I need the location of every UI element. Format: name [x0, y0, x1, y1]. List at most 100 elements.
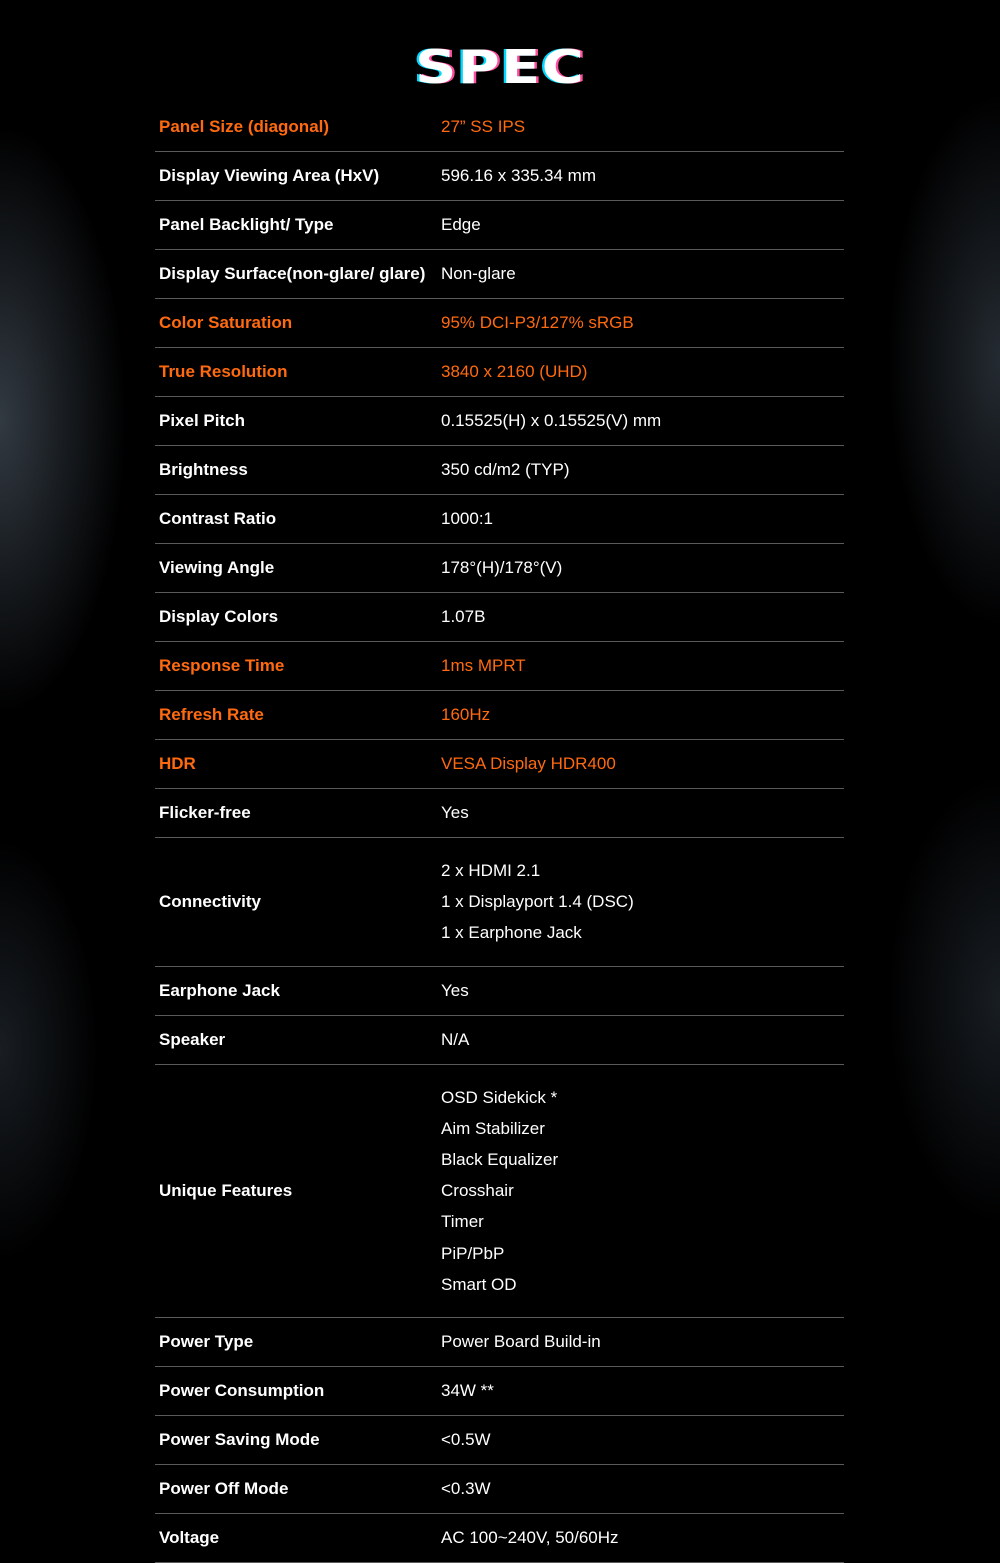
spec-label: Refresh Rate: [159, 705, 264, 724]
spec-row: Power Consumption 34W **: [155, 1367, 844, 1416]
spec-value-line: 178°(H)/178°(V): [441, 558, 563, 578]
spec-value-line: 350 cd/m2 (TYP): [441, 460, 570, 480]
spec-row: Display Colors 1.07B: [155, 593, 844, 642]
spec-row: Connectivity 2 x HDMI 2.1 1 x Displayport …: [155, 838, 844, 967]
spec-value-line: 3840 x 2160 (UHD): [441, 362, 588, 382]
spec-value-line: 1 x Displayport 1.4 (DSC): [441, 892, 634, 912]
spec-value: <0.5W: [441, 1416, 844, 1464]
spec-value-line: VESA Display HDR400: [441, 754, 616, 774]
spec-label: Panel Size (diagonal): [159, 117, 330, 136]
spec-row: HDR VESA Display HDR400: [155, 740, 844, 789]
spec-value-line: 1 x Earphone Jack: [441, 923, 582, 943]
spec-label: Flicker-free: [159, 803, 251, 822]
spec-value-line: PiP/PbP: [441, 1243, 505, 1263]
spec-value: 596.16 x 335.34 mm: [441, 152, 844, 200]
spec-value-line: 95% DCI-P3/127% sRGB: [441, 313, 634, 333]
spec-value-line: Smart OD: [441, 1274, 517, 1294]
spec-table: Panel Size (diagonal) 27” SS IPS Display V…: [155, 103, 844, 1563]
spec-row: Refresh Rate 160Hz: [155, 691, 844, 740]
spec-value-line: 1ms MPRT: [441, 656, 526, 676]
spec-row: Brightness 350 cd/m2 (TYP): [155, 446, 844, 495]
spec-value: 1000:1: [441, 495, 844, 543]
spec-value: 178°(H)/178°(V): [441, 544, 844, 592]
spec-label: Voltage: [159, 1527, 220, 1547]
spec-value: N/A: [441, 1016, 844, 1064]
spec-value-line: OSD Sidekick *: [441, 1087, 558, 1107]
spec-value-line: Aim Stabilizer: [441, 1118, 545, 1138]
spec-label: Power Saving Mode: [159, 1429, 320, 1449]
spec-row: Unique Features OSD Sidekick * Aim Stabili…: [155, 1065, 844, 1318]
spec-label: True Resolution: [159, 362, 288, 381]
spec-label: Display Colors: [159, 607, 279, 626]
spec-value-line: Crosshair: [441, 1181, 514, 1201]
spec-value: 350 cd/m2 (TYP): [441, 446, 844, 494]
spec-value-line: 1.07B: [441, 607, 486, 627]
spec-value: Yes: [441, 967, 844, 1015]
spec-row: Contrast Ratio 1000:1: [155, 495, 844, 544]
spec-value-line: 2 x HDMI 2.1: [441, 860, 541, 880]
spec-row: Response Time 1ms MPRT: [155, 642, 844, 691]
spec-value-line: Non-glare: [441, 264, 516, 284]
spec-value-line: 0.15525(H) x 0.15525(V) mm: [441, 411, 662, 431]
spec-value-line: Yes: [441, 803, 469, 823]
spec-label: Response Time: [159, 656, 285, 675]
spec-value-line: 160Hz: [441, 705, 491, 725]
spec-label: Speaker: [159, 1029, 226, 1049]
spec-label: HDR: [159, 754, 196, 773]
spec-row: Color Saturation 95% DCI-P3/127% sRGB: [155, 299, 844, 348]
spec-value-line: Edge: [441, 215, 481, 235]
spec-value: 1ms MPRT: [441, 642, 844, 690]
spec-label: Power Consumption: [159, 1380, 325, 1400]
spec-value: OSD Sidekick * Aim Stabilizer Black Equali…: [441, 1065, 844, 1317]
spec-label: Display Surface(non-glare/ glare): [159, 264, 426, 283]
spec-label: Viewing Angle: [159, 558, 275, 577]
spec-value: 0.15525(H) x 0.15525(V) mm: [441, 397, 844, 445]
spec-row: Display Surface(non-glare/ glare) Non-gla…: [155, 250, 844, 299]
spec-value: 95% DCI-P3/127% sRGB: [441, 299, 844, 347]
spec-value-line: 34W **: [441, 1381, 494, 1401]
spec-label: Connectivity: [159, 891, 262, 911]
spec-value-line: Power Board Build-in: [441, 1332, 601, 1352]
spec-value: Power Board Build-in: [441, 1318, 844, 1366]
spec-row: Power Saving Mode <0.5W: [155, 1416, 844, 1465]
spec-row: Earphone Jack Yes: [155, 967, 844, 1016]
spec-label: Earphone Jack: [159, 980, 280, 1000]
page-title: SPEC: [414, 40, 586, 94]
spec-row: Speaker N/A: [155, 1016, 844, 1065]
spec-row: Panel Backlight/ Type Edge: [155, 201, 844, 250]
spec-value: 2 x HDMI 2.1 1 x Displayport 1.4 (DSC) 1 x…: [441, 838, 844, 966]
spec-label: Power Type: [159, 1331, 254, 1351]
spec-value-line: Black Equalizer: [441, 1149, 559, 1169]
spec-value: VESA Display HDR400: [441, 740, 844, 788]
spec-value-line: Yes: [441, 980, 469, 1000]
spec-value-line: N/A: [441, 1029, 470, 1049]
spec-value-line: 1000:1: [441, 509, 493, 529]
spec-row: Power Type Power Board Build-in: [155, 1318, 844, 1367]
spec-row: Pixel Pitch 0.15525(H) x 0.15525(V) mm: [155, 397, 844, 446]
spec-value: Edge: [441, 201, 844, 249]
spec-value: 1.07B: [441, 593, 844, 641]
spec-value: AC 100~240V, 50/60Hz: [441, 1514, 844, 1562]
spec-value-line: AC 100~240V, 50/60Hz: [441, 1528, 619, 1548]
spec-row: Flicker-free Yes: [155, 789, 844, 838]
spec-row: Display Viewing Area (HxV) 596.16 x 335.3…: [155, 152, 844, 201]
spec-label: Display Viewing Area (HxV): [159, 166, 380, 185]
spec-row: Voltage AC 100~240V, 50/60Hz: [155, 1514, 844, 1563]
spec-label: Brightness: [159, 460, 248, 479]
spec-label: Panel Backlight/ Type: [159, 215, 334, 234]
spec-value-line: Timer: [441, 1212, 484, 1232]
spec-value: 160Hz: [441, 691, 844, 739]
spec-label: Power Off Mode: [159, 1478, 289, 1498]
spec-label: Color Saturation: [159, 313, 293, 332]
spec-row: Viewing Angle 178°(H)/178°(V): [155, 544, 844, 593]
spec-value: Yes: [441, 789, 844, 837]
spec-label: Pixel Pitch: [159, 411, 245, 430]
spec-value: Non-glare: [441, 250, 844, 298]
spec-row: Panel Size (diagonal) 27” SS IPS: [155, 103, 844, 152]
spec-row: True Resolution 3840 x 2160 (UHD): [155, 348, 844, 397]
spec-value-line: 27” SS IPS: [441, 117, 526, 137]
spec-value: <0.3W: [441, 1465, 844, 1513]
spec-value-line: 596.16 x 335.34 mm: [441, 166, 596, 186]
spec-label: Unique Features: [159, 1180, 293, 1200]
spec-row: Power Off Mode <0.3W: [155, 1465, 844, 1514]
